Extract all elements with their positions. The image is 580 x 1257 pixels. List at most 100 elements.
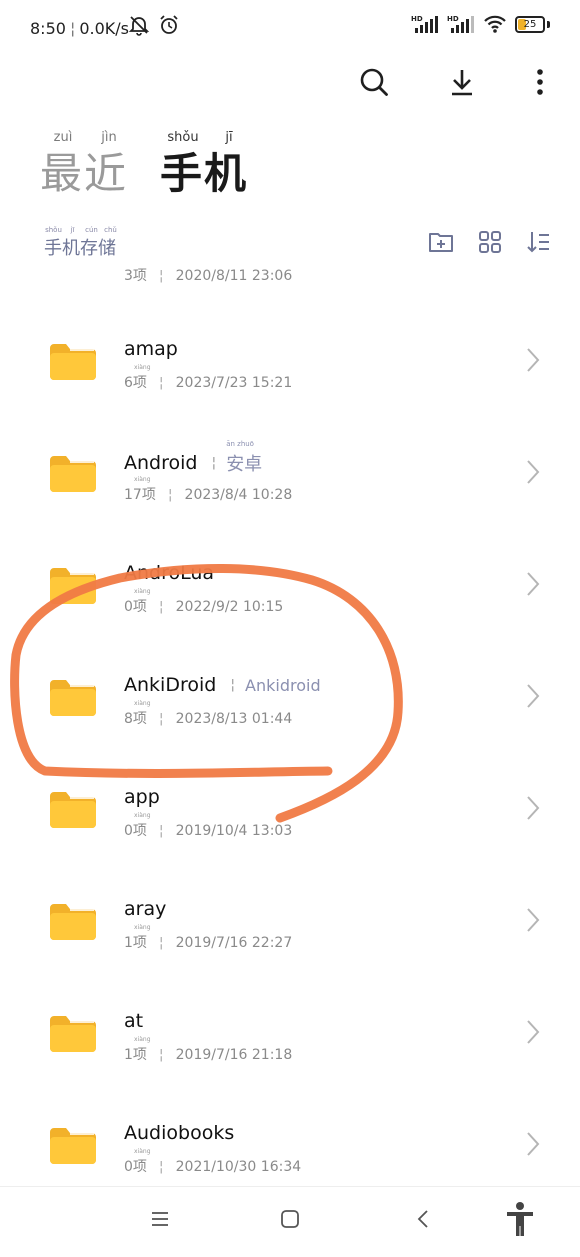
pinyin: jī [225,130,233,145]
item-date: 2023/7/23 15:21 [175,375,293,391]
signal-hd-icon-2: HD [447,15,474,33]
pinyin: xiàng [134,364,151,371]
item-alias-text: 安卓 [226,454,263,475]
item-title: AndroLua [124,562,214,584]
menu-icon[interactable] [150,1209,170,1229]
item-date: 2023/8/13 01:44 [175,711,293,727]
item-alias: Ankidroid [245,676,321,695]
status-bar: 8:50 ¦ 0.0K/s HD HD 25 [0,0,580,56]
list-item[interactable]: AndroLua xiàng 0项 ¦ 2022/9/2 10:15 [0,533,580,645]
tab-recent-label: 最近 [40,149,129,198]
list-item[interactable]: Audiobooks xiàng 0项 ¦ 2021/10/30 16:34 [0,1093,580,1187]
item-count-text: 1项 [124,935,147,951]
chevron-right-icon [527,1020,540,1044]
item-title: at [124,1010,143,1032]
chevron-right-icon [527,348,540,372]
tab-phone-pinyin: shǒu jī [160,130,252,148]
pinyin: xiàng [134,588,151,595]
tab-recent[interactable]: zuì jìn 最近 [40,130,132,200]
home-icon[interactable] [280,1209,300,1229]
tab-phone-label: 手机 [160,149,249,198]
pinyin: xiàng [134,924,151,931]
item-count-text: 8项 [124,711,147,727]
battery-icon: 25 [515,15,545,33]
item-count: xiàng 1项 [124,924,151,952]
pinyin: jìn [101,130,117,145]
item-date: 2019/7/16 22:27 [175,935,293,951]
tab-phone[interactable]: shǒu jī 手机 [160,130,252,200]
list-item[interactable]: amap xiàng 6项 ¦ 2023/7/23 15:21 [0,309,580,421]
tab-bar: zuì jìn 最近 shǒu jī 手机 [40,130,252,200]
alias-separator: ¦ [211,455,217,471]
list-item[interactable]: app xiàng 0项 ¦ 2019/10/4 13:03 [0,757,580,869]
item-count-text: 0项 [124,823,147,839]
item-name: Audiobooks [124,1122,235,1144]
item-date: 2022/9/2 10:15 [175,599,284,615]
item-name: AnkiDroid [124,674,217,696]
item-title: Android ¦ ān zhuō 安卓 [124,440,263,476]
accessibility-icon[interactable] [505,1201,535,1237]
list-item[interactable]: Android ¦ ān zhuō 安卓 xiàng 17项 ¦ 2023/8/4 1… [0,421,580,533]
more-button[interactable] [530,62,550,102]
breadcrumb[interactable]: shǒu jī cún chǔ 手机存储 [44,226,120,260]
item-meta: xiàng 17项 ¦ 2023/8/4 10:28 [124,476,293,504]
item-count: xiàng 6项 [124,364,151,392]
list-item[interactable]: AnkiDroid ¦ Ankidroid xiàng 8项 ¦ 2023/8/13… [0,645,580,757]
item-count: xiàng 17项 [124,476,156,504]
item-count: xiàng 1项 [124,1036,151,1064]
item-count: 3项 [124,268,147,284]
back-icon[interactable] [414,1209,434,1229]
item-alias: ān zhuō 安卓 [226,440,263,476]
search-icon [360,68,388,96]
item-name: aray [124,898,167,920]
tab-recent-pinyin: zuì jìn [40,130,132,148]
download-icon [452,70,472,96]
new-folder-icon[interactable] [428,230,454,254]
item-count-text: 17项 [124,487,156,503]
item-count: xiàng 0项 [124,1148,151,1176]
item-meta: xiàng 0项 ¦ 2021/10/30 16:34 [124,1148,302,1176]
pinyin: xiàng [134,1148,151,1155]
item-count-text: 1项 [124,1047,147,1063]
list-item[interactable]: at xiàng 1项 ¦ 2019/7/16 21:18 [0,981,580,1093]
folder-icon [50,792,96,828]
item-date: 2021/10/30 16:34 [175,1159,302,1175]
item-title: aray [124,898,166,920]
item-meta: xiàng 8项 ¦ 2023/8/13 01:44 [124,700,293,728]
item-name: Android [124,452,198,474]
item-title: Audiobooks [124,1122,234,1144]
folder-icon [50,904,96,940]
pinyin: chǔ [104,226,117,234]
item-count-text: 6项 [124,375,147,391]
item-name: at [124,1010,144,1032]
pinyin: xiàng [134,476,151,483]
partial-row-meta: 3项 ¦ 2020/8/11 23:06 [124,268,293,284]
svg-text:HD: HD [411,15,423,23]
pinyin: ān zhuō [226,440,254,448]
item-count-text: 0项 [124,1159,147,1175]
breadcrumb-label: 手机存储 [44,238,116,259]
pinyin: zuì [53,130,73,145]
more-icon [537,69,543,95]
network-speed: 0.0K/s [79,19,129,38]
search-button[interactable] [354,62,394,102]
item-count: xiàng 8项 [124,700,151,728]
chevron-right-icon [527,1132,540,1156]
item-date: 2023/8/4 10:28 [184,487,293,503]
chevron-right-icon [527,572,540,596]
chevron-right-icon [527,796,540,820]
list-item[interactable]: aray xiàng 1项 ¦ 2019/7/16 22:27 [0,869,580,981]
folder-icon [50,344,96,380]
status-right-icons: HD HD 25 [411,14,550,34]
file-list: 3项 ¦ 2020/8/11 23:06 amap xiàng 6项 ¦ 2023/7… [0,262,580,1187]
download-button[interactable] [442,62,482,102]
clock-text: 8:50 [30,19,66,38]
item-title: AnkiDroid ¦ Ankidroid [124,674,321,696]
item-count-text: 0项 [124,599,147,615]
top-toolbar [354,62,550,102]
sort-icon[interactable] [526,230,550,254]
grid-view-icon[interactable] [478,230,502,254]
breadcrumb-pinyin: shǒu jī cún chǔ [44,226,120,234]
folder-icon [50,1016,96,1052]
chevron-right-icon [527,684,540,708]
